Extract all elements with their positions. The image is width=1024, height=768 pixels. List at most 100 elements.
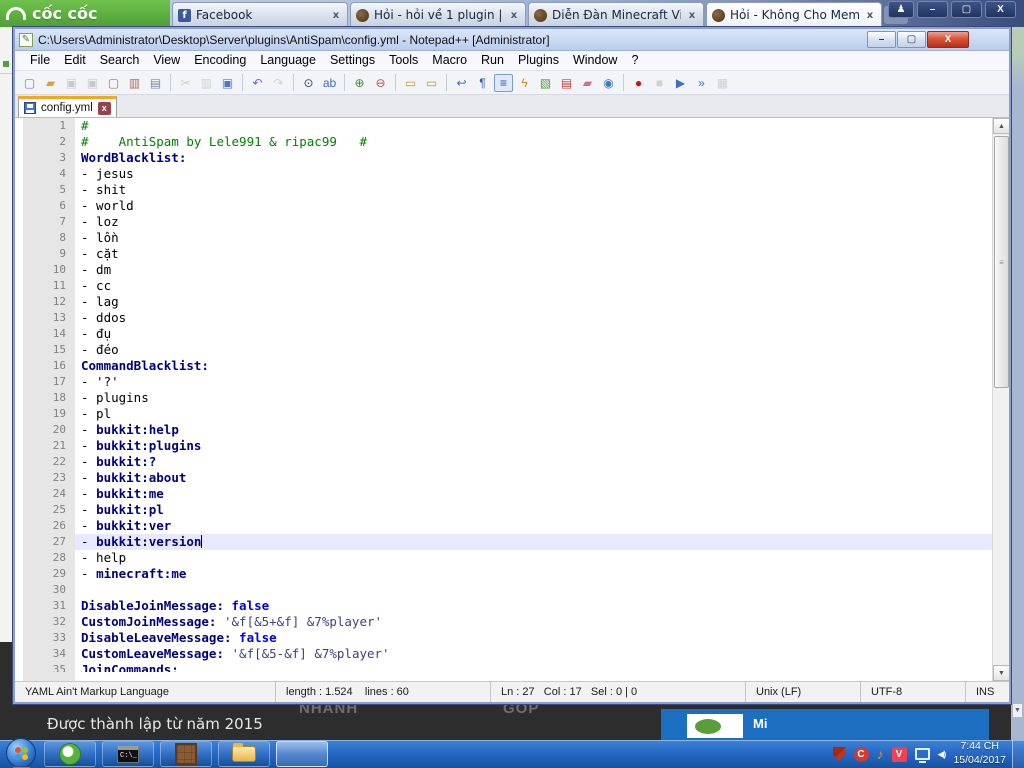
print-icon[interactable]: ▤	[146, 74, 165, 92]
taskbar-minecraft-button[interactable]	[160, 741, 212, 767]
macro-play-icon[interactable]: ▶	[671, 74, 690, 92]
coccoc-logo[interactable]: cốc cốc	[0, 0, 170, 27]
replace-icon[interactable]: ab	[320, 74, 339, 92]
ccleaner-icon[interactable]: C	[854, 747, 869, 762]
macro-save-icon[interactable]: ▦	[713, 74, 732, 92]
code-line[interactable]: 10 - dm	[15, 262, 992, 278]
security-shield-icon[interactable]	[833, 747, 846, 761]
network-icon[interactable]	[915, 748, 930, 760]
code-line[interactable]: 6 - world	[15, 198, 992, 214]
word-wrap-icon[interactable]: ↩	[452, 74, 471, 92]
scroll-up-icon[interactable]: ▲	[993, 118, 1009, 134]
menu-item[interactable]: Window	[566, 51, 624, 70]
menu-item[interactable]: Encoding	[187, 51, 253, 70]
browser-close-button[interactable]: X	[985, 1, 1016, 18]
menu-item[interactable]: View	[146, 51, 187, 70]
cut-icon[interactable]: ✂	[176, 74, 195, 92]
macro-run-multiple-icon[interactable]: »	[692, 74, 711, 92]
close-button[interactable]: X	[927, 31, 969, 48]
zoom-in-icon[interactable]: ⊕	[350, 74, 369, 92]
code-line[interactable]: 12 - lag	[15, 294, 992, 310]
menu-item[interactable]: File	[23, 51, 57, 70]
menu-item[interactable]: ?	[624, 51, 645, 70]
code-line[interactable]: 17 - '?'	[15, 374, 992, 390]
menu-item[interactable]: Macro	[425, 51, 474, 70]
code-line[interactable]: 18 - plugins	[15, 390, 992, 406]
taskbar-clock[interactable]: 7:44 CH 15/04/2017	[953, 740, 1006, 767]
menu-item[interactable]: Run	[474, 51, 511, 70]
tab-config-yml[interactable]: config.yml x	[18, 96, 117, 117]
file-tab-close-icon[interactable]: x	[98, 102, 111, 115]
browser-tab-hoi-plugin[interactable]: Hỏi - hỏi về 1 plugin | D x	[350, 2, 526, 27]
browser-tab-dien-dan-minecraft[interactable]: Diễn Đàn Minecraft Việt x	[528, 2, 704, 27]
close-all-icon[interactable]: ▥	[125, 74, 144, 92]
code-line[interactable]: 15 - đéo	[15, 342, 992, 358]
code-line[interactable]: 33 DisableLeaveMessage: false	[15, 630, 992, 646]
code-line[interactable]: 13 - ddos	[15, 310, 992, 326]
monitoring-icon[interactable]: ◉	[599, 74, 618, 92]
menu-item[interactable]: Language	[253, 51, 323, 70]
code-line[interactable]: 4 - jesus	[15, 166, 992, 182]
audio-manager-icon[interactable]: ♪	[877, 746, 884, 762]
code-line[interactable]: 11 - cc	[15, 278, 992, 294]
code-line[interactable]: 25 - bukkit:pl	[15, 502, 992, 518]
browser-tab-facebook[interactable]: f Facebook x	[172, 2, 348, 27]
tab-close-icon[interactable]: x	[686, 10, 698, 21]
code-line[interactable]: 7 - loz	[15, 214, 992, 230]
redo-icon[interactable]: ↷	[269, 74, 288, 92]
browser-maximize-button[interactable]: ▢	[951, 1, 982, 18]
code-line[interactable]: 2 # AntiSpam by Lele991 & ripac99 #	[15, 134, 992, 150]
vertical-scrollbar[interactable]: ▲ ≡ ▼	[992, 118, 1009, 681]
macro-stop-icon[interactable]: ■	[650, 74, 669, 92]
code-line[interactable]: 16 CommandBlacklist:	[15, 358, 992, 374]
code-line[interactable]: 23 - bukkit:about	[15, 470, 992, 486]
paste-icon[interactable]: ▣	[218, 74, 237, 92]
menu-item[interactable]: Settings	[323, 51, 382, 70]
function-list-icon[interactable]: ϟ	[515, 74, 534, 92]
code-line[interactable]: 21 - bukkit:plugins	[15, 438, 992, 454]
volume-icon[interactable]: ◀)	[938, 749, 946, 760]
browser-profile-button[interactable]: ♟	[888, 1, 914, 18]
unikey-icon[interactable]: V	[892, 747, 907, 762]
page-scroll-down-icon[interactable]: ▼	[1012, 703, 1023, 718]
menu-item[interactable]: Edit	[57, 51, 93, 70]
code-line[interactable]: 14 - đụ	[15, 326, 992, 342]
taskbar-explorer-button[interactable]	[218, 741, 270, 767]
indent-guide-icon[interactable]: ≡	[494, 74, 513, 92]
doc-switcher-icon[interactable]: ▤	[557, 74, 576, 92]
copy-icon[interactable]: ▥	[197, 74, 216, 92]
code-line[interactable]: 22 - bukkit:?	[15, 454, 992, 470]
code-line[interactable]: 27 - bukkit:version	[15, 534, 992, 550]
save-all-icon[interactable]: ▣	[83, 74, 102, 92]
code-line[interactable]: 35 JoinCommands:	[15, 662, 992, 672]
editor-area[interactable]: 1 # 2 # AntiSpam by Lele991 & ripac99 # …	[15, 117, 1009, 681]
sync-vertical-icon[interactable]: ▭	[401, 74, 420, 92]
show-desktop-button[interactable]	[1012, 740, 1024, 768]
minimize-button[interactable]: –	[867, 31, 896, 48]
code-line[interactable]: 9 - cặt	[15, 246, 992, 262]
code-line[interactable]: 19 - pl	[15, 406, 992, 422]
new-file-icon[interactable]: ▢	[20, 74, 39, 92]
browser-tab-hoi-khong-cho-mem[interactable]: Hỏi - Không Cho Mem S x	[706, 2, 882, 27]
code-line[interactable]: 30	[15, 582, 992, 598]
code-line[interactable]: 28 - help	[15, 550, 992, 566]
code-line[interactable]: 34 CustomLeaveMessage: '&f[&5-&f] &7%pla…	[15, 646, 992, 662]
code-line[interactable]: 32 CustomJoinMessage: '&f[&5+&f] &7%play…	[15, 614, 992, 630]
code-line[interactable]: 26 - bukkit:ver	[15, 518, 992, 534]
scrollbar-thumb[interactable]: ≡	[994, 136, 1009, 388]
taskbar-coccoc-button[interactable]	[44, 741, 96, 767]
menu-item[interactable]: Search	[93, 51, 147, 70]
menu-item[interactable]: Plugins	[511, 51, 566, 70]
code-line[interactable]: 31 DisableJoinMessage: false	[15, 598, 992, 614]
restore-button[interactable]: ▢	[897, 31, 926, 48]
start-button[interactable]	[6, 738, 36, 768]
macro-record-icon[interactable]: ●	[629, 74, 648, 92]
scroll-down-icon[interactable]: ▼	[993, 665, 1009, 681]
sync-horizontal-icon[interactable]: ▭	[422, 74, 441, 92]
tab-close-icon[interactable]: x	[330, 10, 342, 21]
show-all-characters-icon[interactable]: ¶	[473, 74, 492, 92]
undo-icon[interactable]: ↶	[248, 74, 267, 92]
code-line[interactable]: 20 - bukkit:help	[15, 422, 992, 438]
save-icon[interactable]: ▣	[62, 74, 81, 92]
document-map-icon[interactable]: ▧	[536, 74, 555, 92]
